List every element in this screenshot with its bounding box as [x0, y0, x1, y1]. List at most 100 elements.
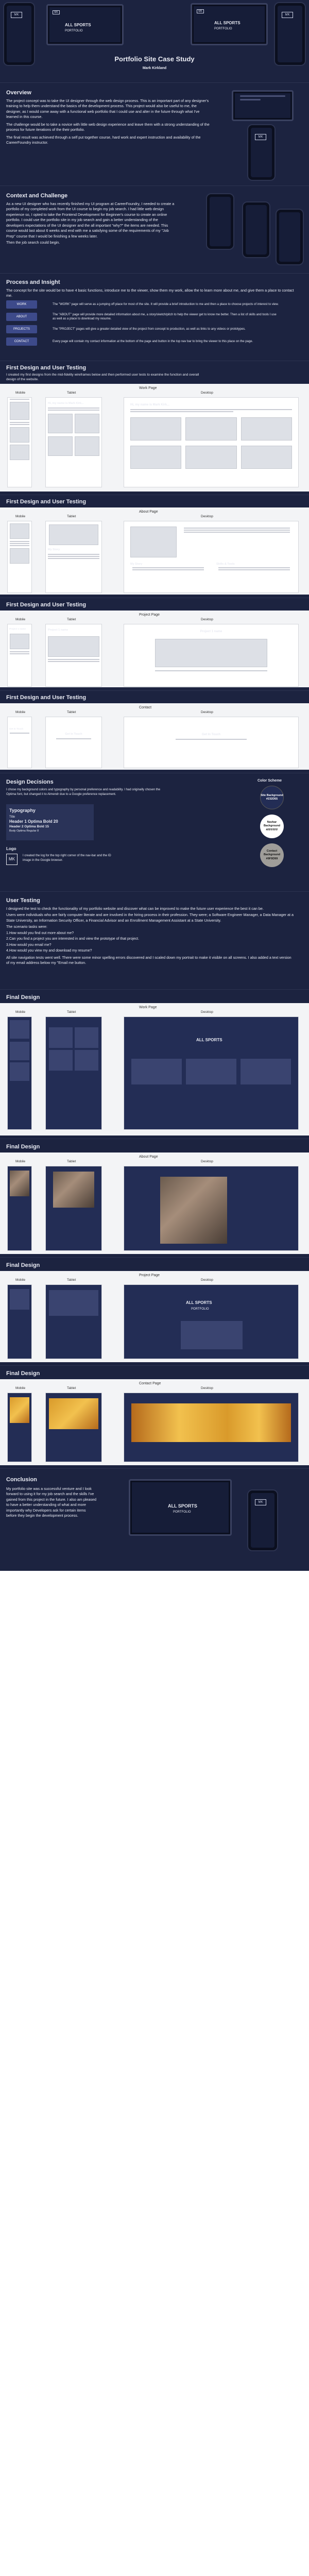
wf3-heading: First Design and User Testing	[6, 602, 87, 608]
swatch-hex: #9F9D99	[266, 857, 278, 860]
wf-tablet: Get In Touch	[45, 717, 102, 768]
site-title-2: ALL SPORTS	[214, 21, 241, 25]
col-desktop: Desktop	[201, 391, 213, 395]
wf4-heading: First Design and User Testing	[6, 694, 87, 701]
site-title: ALL SPORTS	[168, 1503, 197, 1509]
col-mobile: Mobile	[15, 391, 26, 395]
swatch-label: Contact Background	[263, 849, 281, 857]
site-title: ALL SPORTS	[65, 23, 91, 27]
typo-line: Header 2 Optima Bold 15	[9, 825, 49, 829]
col-mobile: Mobile	[15, 515, 26, 518]
wf-headline-desktop: Hi, my name is Mark Kirk...	[130, 403, 170, 406]
logo-icon: MK	[255, 134, 266, 140]
final1-page: Work Page	[139, 1006, 157, 1009]
context-phone-1	[206, 193, 234, 250]
wf-project-name: Project 1 name	[200, 630, 222, 633]
wf-headline: Hi, my name is Mark Kirk...	[48, 402, 84, 405]
overview-section: Overview The project concept was to take…	[0, 82, 309, 185]
final-project-title: ALL SPORTS	[186, 1300, 212, 1305]
wf-desktop: My Story Skills & Tools	[124, 521, 299, 593]
col-tablet: Tablet	[67, 618, 76, 621]
wf3-page-label: Project Page	[139, 613, 160, 617]
context-p1: As a new UI designer who has recently fi…	[6, 201, 175, 239]
overview-p1: The project concept was to take the UI d…	[6, 98, 209, 120]
col-tablet: Tablet	[67, 1160, 76, 1163]
process-section: Process and Insight The concept for the …	[0, 273, 309, 361]
final-mobile	[7, 1393, 32, 1462]
wf-contact-title: Get In Touch	[201, 733, 221, 736]
final4-heading: Final Design	[6, 1370, 40, 1377]
contact-button[interactable]: CONTACT	[6, 337, 37, 346]
question: 2.Can you find a project you are interes…	[6, 937, 139, 941]
wf-desktop: Get In Touch	[124, 717, 299, 768]
question: 4.How would you view my and download my …	[6, 949, 92, 953]
logo-icon: MK	[197, 9, 204, 13]
usertest-users: Users were individuals who are fairly co…	[6, 912, 294, 923]
conclusion-laptop: ALL SPORTS PORTFOLIO	[129, 1479, 232, 1536]
work-button[interactable]: WORK	[6, 300, 37, 309]
final-desktop: ALL SPORTS	[124, 1016, 299, 1130]
wf4-page-label: Contact	[139, 706, 152, 709]
logo-icon: MK	[53, 10, 60, 14]
hero-laptop-2: MK ALL SPORTS PORTFOLIO	[191, 3, 268, 45]
about-button[interactable]: ABOUT	[6, 313, 37, 321]
design-intro: I chose my background colors and typogra…	[6, 788, 161, 796]
overview-heading: Overview	[6, 90, 31, 96]
logo-text: I created the log for the top right corn…	[23, 854, 111, 862]
overview-p2: The challenge would be to take a novice …	[6, 122, 210, 132]
conclusion-heading: Conclusion	[6, 1477, 37, 1483]
final-about-section: Final Design About Page Mobile Tablet De…	[0, 1139, 309, 1257]
wf-story: My Story	[48, 548, 60, 551]
projects-button[interactable]: PROJECTS	[6, 325, 37, 334]
process-item-text: Every page will contain my contact infor…	[53, 340, 253, 344]
wf2-heading: First Design and User Testing	[6, 499, 87, 505]
wf-about-section: First Design and User Testing About Page…	[0, 495, 309, 598]
swatch-contact-bg: Contact Background #9F9D99	[260, 843, 284, 867]
typo-line: Title	[9, 816, 15, 819]
wf-desktop: Project 1 name	[124, 624, 299, 687]
process-item-about: ABOUT The "ABOUT" page will provide more…	[6, 313, 302, 321]
final-project-sub: PORTFOLIO	[191, 1307, 209, 1311]
final4-page: Contact Page	[139, 1382, 161, 1385]
wf2-page-label: About Page	[139, 510, 158, 514]
col-mobile: Mobile	[15, 1160, 26, 1163]
process-item-work: WORK The "WORK" page will serve as a jum…	[6, 300, 302, 309]
process-heading: Process and Insight	[6, 279, 60, 285]
question: 1.How would you find out more about me?	[6, 931, 74, 935]
final-mobile	[7, 1284, 32, 1359]
final-work-section: Final Design Work Page Mobile Tablet Des…	[0, 989, 309, 1139]
wf1-page-label: Work Page	[139, 386, 157, 390]
swatch-hex: #FFFFFF	[266, 828, 278, 832]
typo-line: Header 1 Optima Bold 20	[9, 819, 58, 824]
wf-contact-title: Get In Touch	[9, 727, 24, 730]
wf-work-section: First Design and User Testing I created …	[0, 361, 309, 495]
wf-mobile: Get In Touch	[7, 717, 32, 768]
col-desktop: Desktop	[201, 618, 213, 621]
final2-heading: Final Design	[6, 1144, 40, 1150]
hero-laptop: MK ALL SPORTS PORTFOLIO	[46, 4, 124, 45]
overview-laptop	[232, 90, 294, 121]
logo-title: Logo	[6, 846, 16, 851]
col-mobile: Mobile	[15, 710, 26, 714]
wf-contact-title: Get In Touch	[65, 733, 82, 736]
process-intro: The concept for the site would be to hav…	[6, 288, 294, 298]
context-section: Context and Challenge As a new UI design…	[0, 185, 309, 273]
final3-heading: Final Design	[6, 1262, 40, 1268]
hero-section: MK ALL SPORTS PORTFOLIO MK ALL SPORTS PO…	[0, 0, 309, 82]
color-scheme-title: Color Scheme	[258, 779, 282, 783]
col-tablet: Tablet	[67, 515, 76, 518]
wf-story-desktop: My Story	[130, 563, 143, 566]
wf-skills: Skills & Tools	[216, 563, 235, 566]
col-tablet: Tablet	[67, 710, 76, 714]
final-tablet	[45, 1166, 102, 1251]
context-phone-2	[242, 201, 270, 258]
wf-tablet: Hi, my name is Mark Kirk...	[45, 397, 102, 487]
swatch-navbar-bg: Navbar Background #FFFFFF	[260, 815, 284, 838]
wf1-intro: I created my first designs from the mid-…	[6, 373, 199, 382]
final-desktop	[124, 1166, 299, 1251]
conclusion-phone: MK	[247, 1489, 278, 1551]
col-mobile: Mobile	[15, 1386, 26, 1390]
wf-mobile: Project 1 name	[7, 624, 32, 687]
process-item-text: The "PROJECT" pages will give a greater …	[53, 328, 246, 331]
col-desktop: Desktop	[201, 710, 213, 714]
